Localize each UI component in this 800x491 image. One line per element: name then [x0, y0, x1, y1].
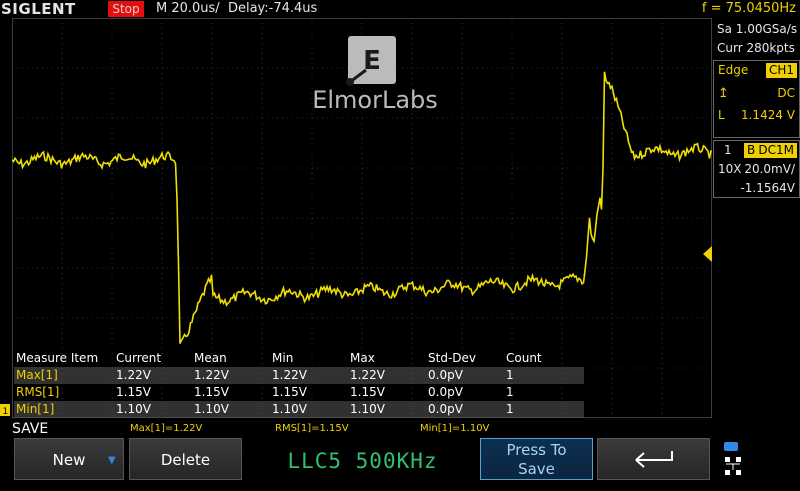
header-item: Measure Item: [16, 351, 99, 365]
top-status-bar: SIGLENT Stop M 20.0us/ Delay:-74.4us f =…: [0, 0, 800, 18]
vertical-offset: -1.1564V: [740, 181, 795, 195]
svg-text:1: 1: [3, 407, 9, 417]
delete-button[interactable]: Delete: [129, 438, 242, 480]
watermark-logo: E ElmorLabs: [300, 36, 450, 114]
back-button[interactable]: [597, 438, 710, 480]
measure-mean: 1.15V: [194, 385, 229, 399]
measure-std-dev: 0.0pV: [428, 368, 463, 382]
new-button-label: New: [52, 451, 86, 469]
measure-max: 1.15V: [350, 385, 385, 399]
measure-table: Measure Item Current Mean Min Max Std-De…: [14, 350, 584, 418]
table-row: Min[1] 1.10V 1.10V 1.10V 1.10V 0.0pV 1: [14, 401, 584, 418]
delay-value: Delay:-74.4us: [227, 1, 318, 16]
measure-min: 1.15V: [272, 385, 307, 399]
status-line: SAVE Max[1]=1.22V RMS[1]=1.15V Min[1]=1.…: [0, 420, 800, 438]
brand-logo: SIGLENT: [1, 0, 76, 18]
trigger-type: Edge: [718, 63, 749, 77]
trigger-level-value: 1.1424 V: [740, 108, 795, 122]
table-row: RMS[1] 1.15V 1.15V 1.15V 1.15V 0.0pV 1: [14, 384, 584, 401]
timebase-readout[interactable]: M 20.0us/ Delay:-74.4us: [156, 0, 317, 18]
filename-display: LLC5 500KHz: [287, 449, 438, 473]
header-min: Min: [272, 351, 294, 365]
measure-table-header: Measure Item Current Mean Min Max Std-De…: [14, 350, 584, 367]
measure-count: 1: [506, 402, 514, 416]
measure-current: 1.10V: [116, 402, 151, 416]
press-label-line1: Press To: [506, 441, 567, 459]
memory-depth: Curr 280kpts: [717, 41, 795, 55]
delete-button-label: Delete: [160, 451, 211, 469]
measure-std-dev: 0.0pV: [428, 385, 463, 399]
measure-max: 1.22V: [350, 368, 385, 382]
measure-mean: 1.10V: [194, 402, 229, 416]
header-std-dev: Std-Dev: [428, 351, 476, 365]
channel-coupling-badge: DC1M: [755, 143, 797, 158]
sample-rate: Sa 1.00GSa/s: [717, 22, 798, 36]
vertical-scale: 20.0mV/: [744, 162, 795, 176]
measure-item: Min[1]: [16, 402, 55, 416]
header-max: Max: [350, 351, 375, 365]
press-to-save-button[interactable]: Press To Save: [480, 438, 593, 480]
rising-edge-icon: ↥: [718, 86, 729, 101]
usb-network-icon: [724, 442, 741, 475]
trigger-source-badge: CH1: [765, 63, 797, 78]
trigger-panel[interactable]: Edge CH1 ↥ DC L 1.1424 V: [713, 60, 800, 138]
acquisition-panel[interactable]: Sa 1.00GSa/s Curr 280kpts: [713, 20, 800, 58]
watermark-text: ElmorLabs: [312, 86, 438, 114]
header-mean: Mean: [194, 351, 227, 365]
measure-current: 1.15V: [116, 385, 151, 399]
measure-mean: 1.22V: [194, 368, 229, 382]
measure-max: 1.10V: [350, 402, 385, 416]
measure-std-dev: 0.0pV: [428, 402, 463, 416]
header-count: Count: [506, 351, 542, 365]
measure-count: 1: [506, 368, 514, 382]
stat-max: Max[1]=1.22V: [130, 423, 203, 434]
measure-count: 1: [506, 385, 514, 399]
measure-current: 1.22V: [116, 368, 151, 382]
measure-min: 1.10V: [272, 402, 307, 416]
run-state-badge[interactable]: Stop: [108, 1, 144, 17]
press-label-line2: Save: [518, 460, 555, 478]
timebase-value: M 20.0us/: [156, 1, 220, 16]
stat-rms: RMS[1]=1.15V: [275, 423, 349, 434]
measure-item: RMS[1]: [16, 385, 60, 399]
chevron-down-icon: ▼: [108, 455, 116, 466]
measure-min: 1.22V: [272, 368, 307, 382]
trigger-coupling: DC: [777, 86, 795, 100]
frequency-counter: f = 75.0450Hz: [701, 1, 796, 16]
channel-number: 1: [724, 143, 732, 157]
table-row: Max[1] 1.22V 1.22V 1.22V 1.22V 0.0pV 1: [14, 367, 584, 384]
channel1-panel[interactable]: 1 B DC1M 10X 20.0mV/ -1.1564V: [713, 140, 800, 198]
channel1-level-marker[interactable]: 1: [0, 404, 12, 418]
measure-item: Max[1]: [16, 368, 58, 382]
return-arrow-icon: [634, 451, 673, 468]
stat-min: Min[1]=1.10V: [420, 423, 490, 434]
trigger-level-label: L: [718, 108, 725, 122]
header-current: Current: [116, 351, 162, 365]
menu-title: SAVE: [12, 421, 49, 437]
trigger-level-marker[interactable]: [703, 246, 713, 262]
probe-attenuation: 10X: [718, 162, 742, 176]
